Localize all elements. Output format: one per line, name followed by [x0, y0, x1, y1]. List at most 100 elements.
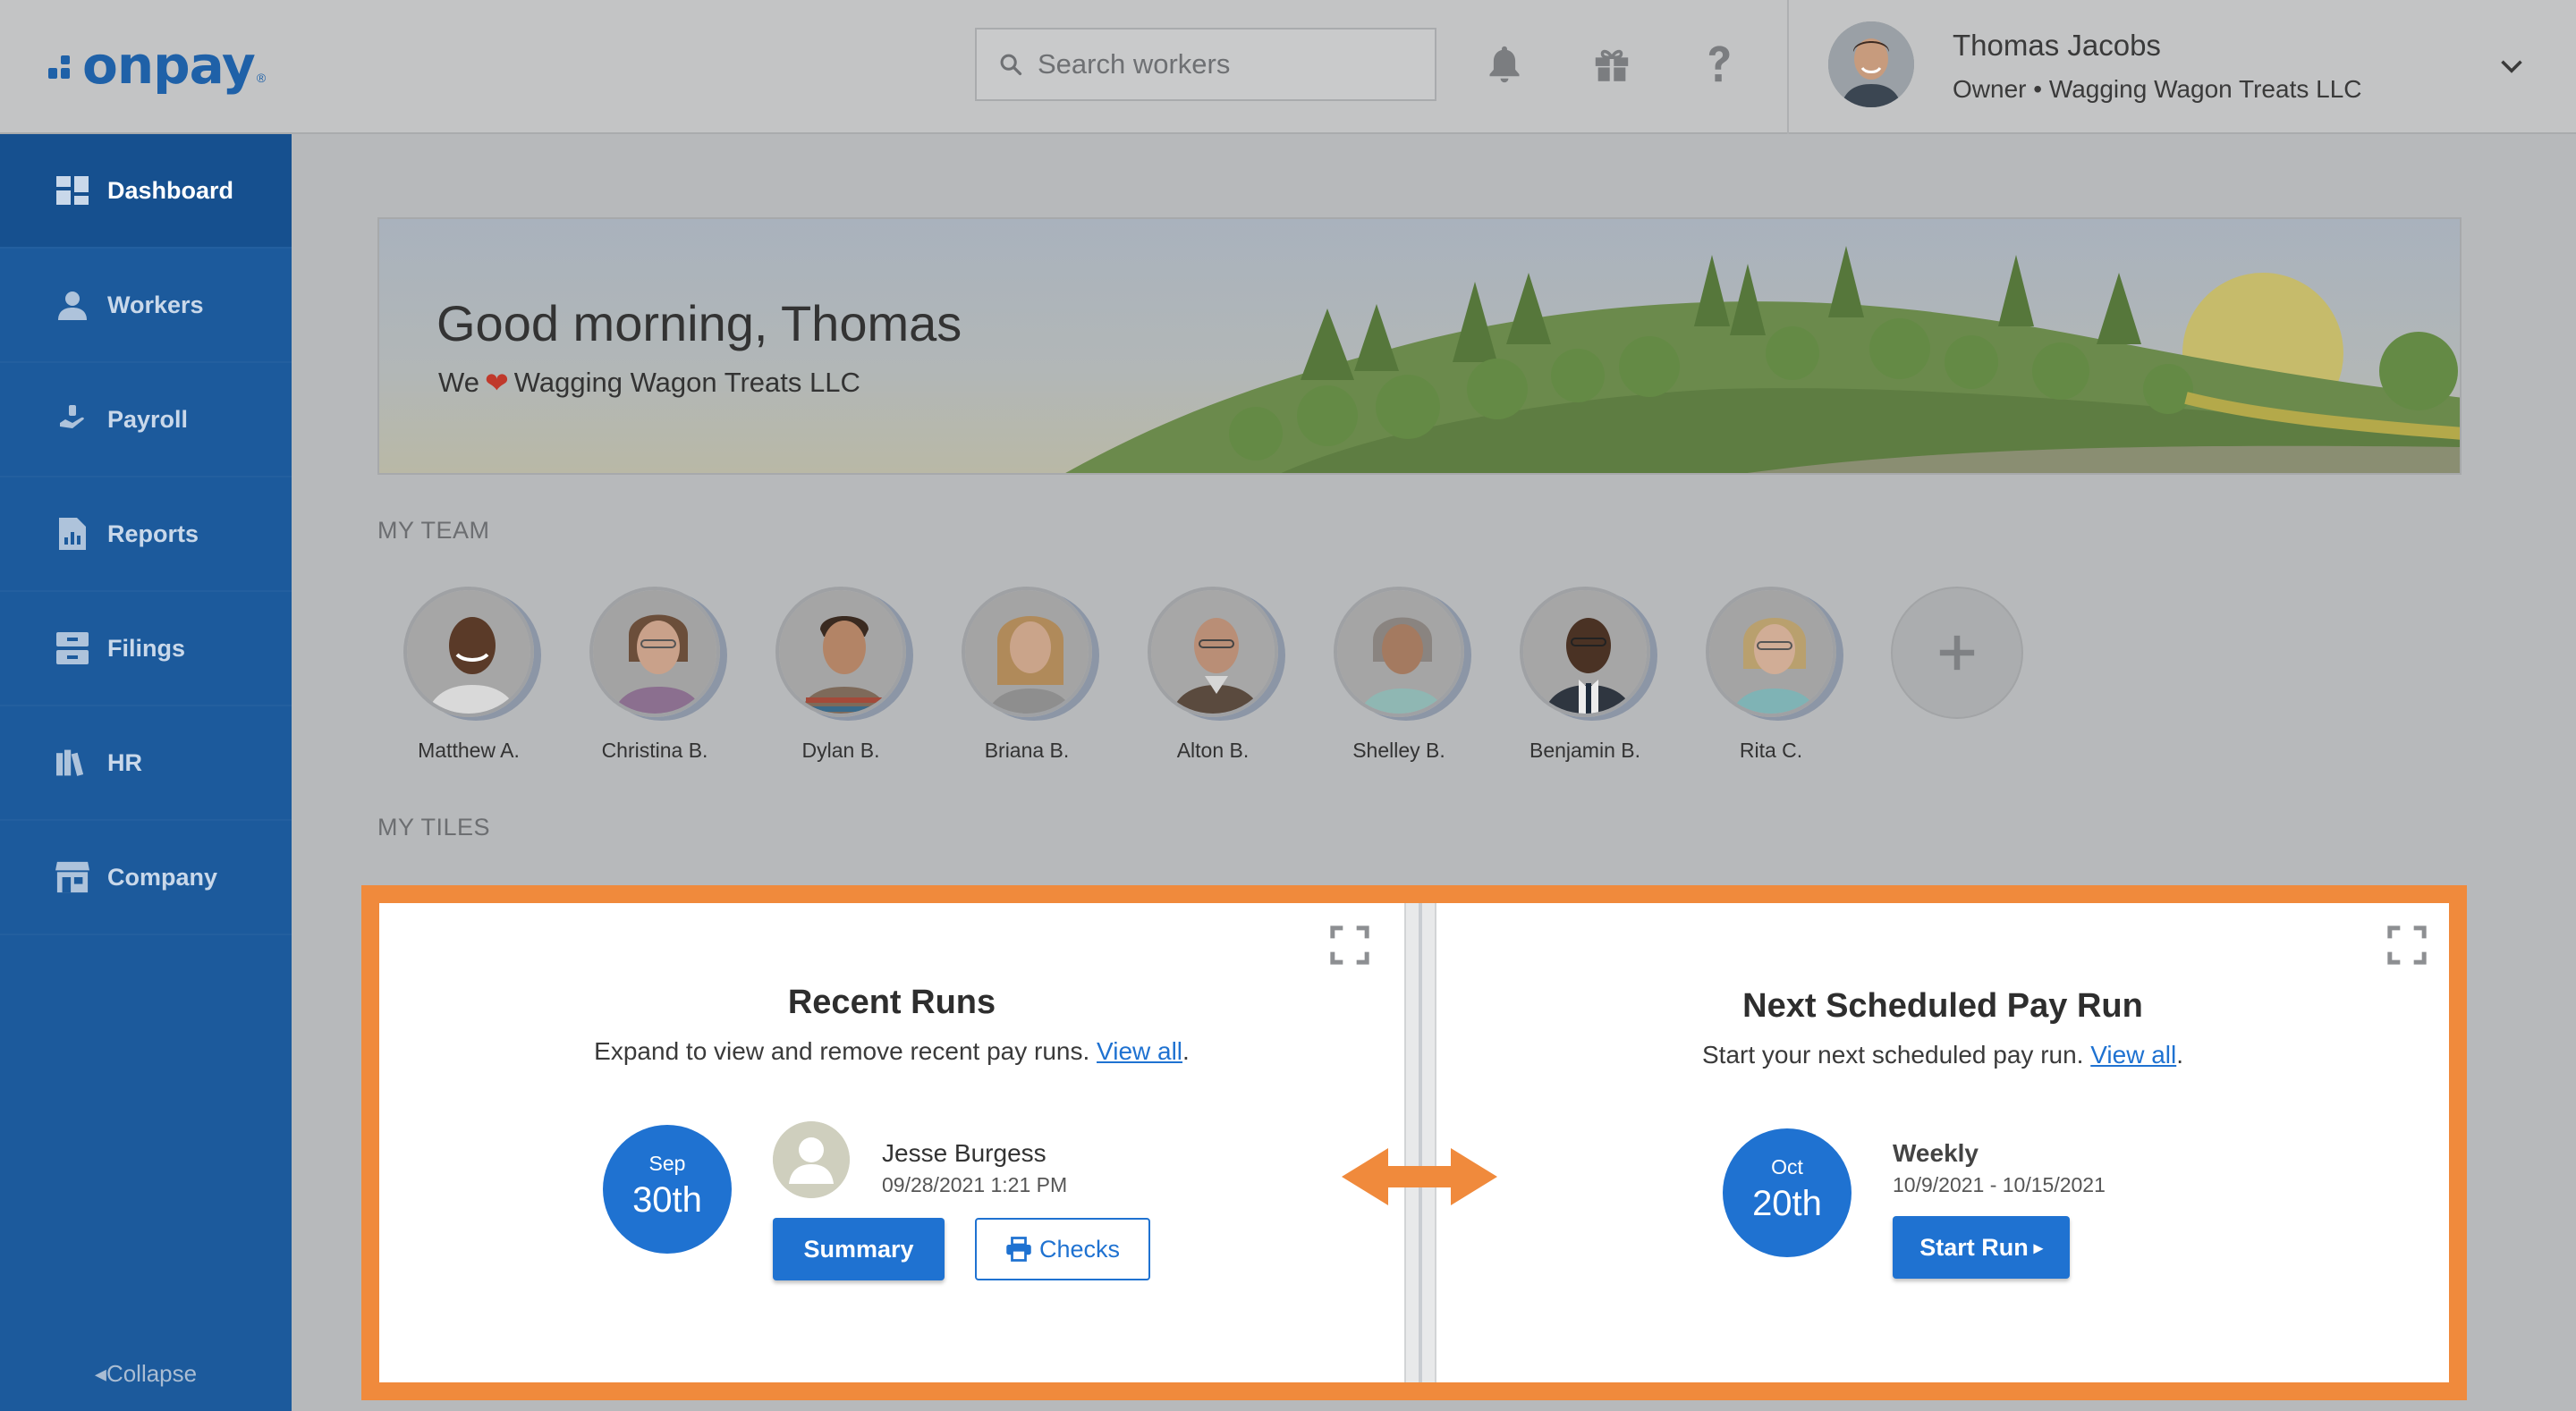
view-all-link[interactable]: View all [2090, 1041, 2176, 1069]
collapse-sidebar-button[interactable]: ◂Collapse [0, 1360, 292, 1388]
payroll-icon [55, 402, 89, 436]
member-name: Matthew A. [418, 739, 520, 762]
team-member[interactable]: Christina B. [562, 587, 748, 763]
expand-tile-button[interactable] [2386, 925, 2428, 966]
add-team-member-button[interactable] [1891, 587, 2023, 719]
sidebar-item-filings[interactable]: Filings [0, 592, 292, 706]
expand-tile-button[interactable] [1329, 925, 1370, 966]
view-all-link[interactable]: View all [1097, 1037, 1182, 1065]
bell-icon [1489, 46, 1520, 83]
sidebar-item-company[interactable]: Company [0, 821, 292, 935]
heart-icon: ❤ [484, 367, 509, 399]
sidebar-item-hr[interactable]: HR [0, 706, 292, 821]
hr-icon [55, 746, 89, 780]
team-member[interactable]: Dylan B. [748, 587, 934, 763]
chevron-down-icon [2501, 60, 2522, 73]
team-member[interactable]: Matthew A. [376, 587, 562, 763]
checks-label: Checks [1038, 1235, 1121, 1263]
sidebar: Dashboard Workers Payroll Reports Filing… [0, 134, 292, 1411]
person-avatar [773, 1121, 850, 1198]
sidebar-item-label: Workers [107, 291, 204, 318]
member-avatar [1334, 587, 1464, 717]
member-name: Briana B. [984, 739, 1070, 762]
my-team-label: MY TEAM [377, 517, 490, 544]
tiles-highlight-frame: Recent Runs Expand to view and remove re… [361, 885, 2467, 1400]
company-icon [55, 860, 89, 894]
tile-title: Recent Runs [787, 984, 996, 1021]
member-avatar [775, 587, 906, 717]
gift-icon [1595, 49, 1629, 82]
run-date-badge: Sep 30th [603, 1125, 732, 1254]
run-day: 30th [632, 1180, 702, 1220]
member-avatar [1706, 587, 1836, 717]
tile-resize-divider[interactable] [1404, 903, 1436, 1382]
start-run-button[interactable]: Start Run ▸ [1893, 1216, 2070, 1279]
greeting-banner: Good morning, Thomas We ❤ Wagging Wagon … [377, 217, 2462, 475]
top-header: onpay ® Thomas Jacobs Owner • Wagging Wa… [0, 0, 2576, 134]
checks-button[interactable]: Checks [975, 1218, 1150, 1280]
user-role-company: Owner • Wagging Wagon Treats LLC [1953, 75, 2362, 103]
collapse-label: Collapse [106, 1360, 198, 1387]
caret-right-icon: ▸ [2033, 1238, 2043, 1258]
member-name: Benjamin B. [1529, 739, 1640, 762]
summary-button[interactable]: Summary [773, 1218, 945, 1280]
search-icon [1000, 54, 1022, 76]
chevron-left-icon: ◂ [94, 1360, 106, 1387]
team-list: Matthew A. Christina B. Dylan B. Briana … [376, 587, 2023, 763]
sidebar-item-label: HR [107, 748, 142, 776]
team-member[interactable]: Briana B. [934, 587, 1120, 763]
workers-icon [55, 288, 89, 322]
recent-runs-tile: Recent Runs Expand to view and remove re… [379, 903, 1404, 1382]
sidebar-item-workers[interactable]: Workers [0, 249, 292, 363]
team-member[interactable]: Benjamin B. [1492, 587, 1678, 763]
team-member[interactable]: Rita C. [1678, 587, 1864, 763]
member-name: Shelley B. [1352, 739, 1445, 762]
gifts-button[interactable] [1585, 38, 1639, 91]
user-avatar[interactable] [1828, 21, 1914, 107]
member-name: Rita C. [1739, 739, 1803, 762]
tile-description-text: Start your next scheduled pay run. [1701, 1041, 2084, 1069]
team-member[interactable]: Alton B. [1120, 587, 1306, 763]
help-icon [1708, 46, 1730, 82]
next-pay-run-tile: Next Scheduled Pay Run Start your next s… [1436, 903, 2449, 1382]
member-avatar [589, 587, 720, 717]
pay-period: 10/9/2021 - 10/15/2021 [1893, 1173, 2106, 1196]
sidebar-item-label: Payroll [107, 405, 189, 433]
sidebar-item-label: Company [107, 863, 218, 891]
member-avatar [1148, 587, 1278, 717]
logo-mark [48, 55, 79, 84]
member-name: Alton B. [1176, 739, 1250, 762]
user-menu-toggle[interactable] [2496, 50, 2528, 82]
onpay-logo[interactable]: onpay ® [48, 34, 266, 97]
tile-description: Expand to view and remove recent pay run… [379, 1037, 1404, 1066]
sidebar-item-dashboard[interactable]: Dashboard [0, 134, 292, 249]
sidebar-item-label: Filings [107, 634, 185, 662]
printer-icon [1006, 1237, 1031, 1262]
search-input[interactable] [1038, 48, 1422, 80]
tile-title: Next Scheduled Pay Run [1742, 987, 2143, 1025]
next-run-day: 20th [1752, 1184, 1822, 1223]
sidebar-item-label: Reports [107, 520, 199, 547]
default-user-icon [773, 1121, 850, 1198]
member-name: Dylan B. [801, 739, 880, 762]
greeting-title: Good morning, Thomas [436, 295, 962, 351]
notifications-button[interactable] [1478, 38, 1531, 91]
filings-icon [55, 631, 89, 665]
member-name: Christina B. [601, 739, 708, 762]
next-run-month: Oct [1771, 1155, 1803, 1179]
run-datetime: 09/28/2021 1:21 PM [882, 1173, 1068, 1196]
team-member[interactable]: Shelley B. [1306, 587, 1492, 763]
sidebar-item-payroll[interactable]: Payroll [0, 363, 292, 477]
help-button[interactable] [1692, 38, 1746, 91]
pay-frequency: Weekly [1893, 1139, 1979, 1167]
logo-registered-mark: ® [256, 71, 267, 85]
period: . [2176, 1041, 2183, 1069]
greeting-prefix: We [438, 367, 479, 398]
next-run-date-badge: Oct 20th [1723, 1128, 1852, 1257]
expand-icon [1330, 925, 1369, 965]
expand-icon [2387, 925, 2427, 965]
period: . [1182, 1037, 1190, 1065]
tile-description: Start your next scheduled pay run. View … [1436, 1041, 2449, 1069]
search-box[interactable] [975, 28, 1436, 101]
sidebar-item-reports[interactable]: Reports [0, 477, 292, 592]
